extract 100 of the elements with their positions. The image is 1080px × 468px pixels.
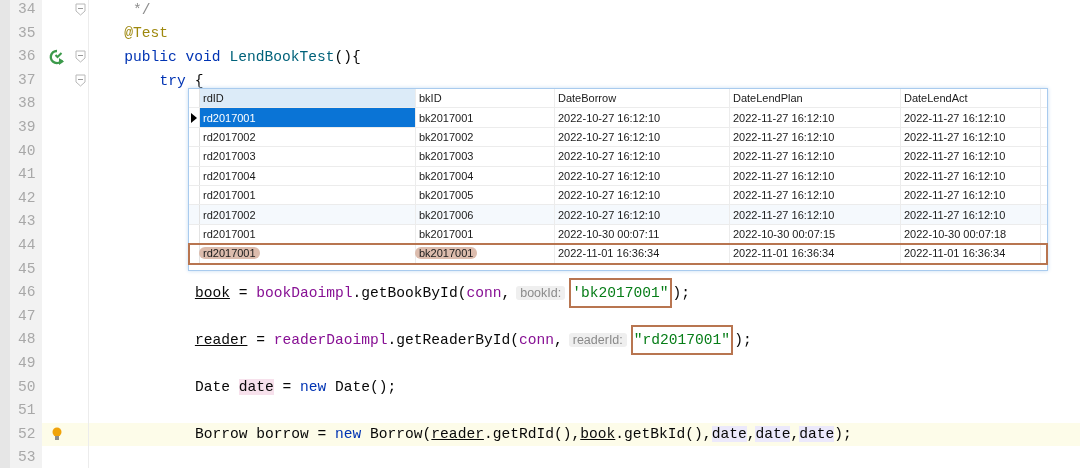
line-number: 39 bbox=[0, 115, 42, 140]
argument-name: date bbox=[799, 426, 835, 443]
code-text: .getBookById( bbox=[352, 284, 467, 301]
table-cell[interactable]: 2022-11-27 16:12:10 bbox=[904, 150, 1006, 163]
line-number: 37 bbox=[0, 68, 42, 93]
table-cell[interactable]: 2022-11-27 16:12:10 bbox=[733, 111, 835, 124]
code-text: Borrow( bbox=[369, 426, 432, 443]
table-cell[interactable]: rd2017001 bbox=[203, 227, 256, 240]
code-text: ); bbox=[672, 284, 691, 301]
line-number: 43 bbox=[0, 210, 42, 234]
variable-name: book bbox=[580, 426, 616, 443]
table-cell[interactable]: 2022-10-27 16:12:10 bbox=[558, 189, 661, 202]
table-cell[interactable]: bk2017006 bbox=[419, 208, 474, 221]
line-number: 52 bbox=[0, 422, 42, 447]
table-cell[interactable]: 2022-11-27 16:12:10 bbox=[733, 189, 835, 202]
table-cell[interactable]: bk2017004 bbox=[419, 169, 474, 182]
code-text: , bbox=[746, 426, 756, 443]
table-cell[interactable]: 2022-11-01 16:36:34 bbox=[558, 247, 660, 260]
line-number: 36 bbox=[0, 45, 42, 69]
line-number: 48 bbox=[0, 328, 42, 352]
variable-name: reader bbox=[194, 332, 248, 349]
line-number: 42 bbox=[0, 186, 42, 211]
fold-marker-icon[interactable] bbox=[74, 50, 86, 64]
table-cell[interactable]: 2022-10-27 16:12:10 bbox=[558, 150, 661, 163]
table-cell[interactable]: 2022-11-27 16:12:10 bbox=[904, 169, 1006, 182]
code-text: Borrow borrow = bbox=[194, 426, 328, 443]
line-number: 46 bbox=[0, 281, 42, 305]
code-text: , bbox=[554, 332, 563, 349]
table-cell[interactable]: 2022-11-27 16:12:10 bbox=[904, 130, 1006, 143]
table-cell[interactable]: 2022-10-30 00:07:11 bbox=[558, 227, 660, 240]
code-text: Date bbox=[194, 379, 231, 396]
table-cell[interactable]: 2022-11-27 16:12:10 bbox=[733, 130, 835, 143]
table-cell[interactable]: 2022-10-27 16:12:10 bbox=[558, 111, 661, 124]
code-text: (){ bbox=[334, 49, 361, 65]
line-number: 41 bbox=[0, 163, 42, 187]
annotation-text: @Test bbox=[124, 25, 169, 42]
table-cell[interactable]: bk2017003 bbox=[419, 150, 474, 163]
code-text: = bbox=[237, 284, 249, 301]
table-cell[interactable]: rd2017001 bbox=[203, 189, 256, 202]
field-name: conn bbox=[466, 284, 502, 301]
table-cell[interactable]: rd2017001 bbox=[199, 247, 260, 260]
line-number: 47 bbox=[0, 304, 42, 329]
table-cell[interactable]: bk2017001 bbox=[415, 247, 478, 260]
table-cell[interactable]: 2022-10-27 16:12:10 bbox=[558, 130, 661, 143]
line-number: 51 bbox=[0, 399, 42, 423]
line-number: 49 bbox=[0, 351, 42, 376]
column-header[interactable]: DateBorrow bbox=[555, 89, 730, 108]
column-header[interactable]: DateLendAct bbox=[901, 89, 1041, 108]
table-cell[interactable]: 2022-10-27 16:12:10 bbox=[558, 208, 661, 221]
code-text: { bbox=[194, 72, 204, 89]
field-name: readerDaoimpl bbox=[273, 332, 388, 349]
table-cell[interactable]: rd2017002 bbox=[203, 208, 256, 221]
table-cell[interactable]: 2022-11-27 16:12:10 bbox=[904, 111, 1006, 124]
code-text: = bbox=[255, 332, 266, 349]
table-cell[interactable]: rd2017001 bbox=[203, 111, 256, 124]
table-cell[interactable]: 2022-10-30 00:07:15 bbox=[733, 227, 836, 240]
table-cell[interactable]: 2022-11-27 16:12:10 bbox=[733, 169, 835, 182]
table-cell[interactable]: rd2017003 bbox=[203, 150, 256, 163]
keyword-text: public void bbox=[124, 49, 222, 65]
parameter-hint: bookId: bbox=[516, 285, 566, 300]
table-cell[interactable]: 2022-10-27 16:12:10 bbox=[558, 169, 661, 182]
variable-name: date bbox=[238, 379, 274, 396]
table-cell[interactable]: rd2017004 bbox=[203, 169, 256, 182]
code-text: , bbox=[501, 284, 511, 301]
parameter-hint: readerId: bbox=[568, 333, 627, 348]
string-literal: 'bk2017001" bbox=[569, 277, 672, 308]
column-header[interactable]: bkID bbox=[416, 89, 555, 108]
code-comment: */ bbox=[132, 1, 151, 18]
table-cell[interactable]: 2022-11-01 16:36:34 bbox=[904, 247, 1006, 260]
variable-name: reader bbox=[431, 426, 484, 443]
variable-name: book bbox=[194, 284, 230, 301]
table-cell[interactable]: 2022-11-27 16:12:10 bbox=[733, 150, 835, 163]
keyword-text: new bbox=[335, 426, 362, 443]
line-number: 45 bbox=[0, 257, 42, 282]
table-cell[interactable]: 2022-10-30 00:07:18 bbox=[904, 227, 1007, 240]
argument-name: date bbox=[711, 426, 747, 443]
line-number: 35 bbox=[0, 21, 42, 46]
line-number: 50 bbox=[0, 375, 42, 400]
table-cell[interactable]: bk2017002 bbox=[419, 130, 474, 143]
line-number: 40 bbox=[0, 139, 42, 164]
line-number: 38 bbox=[0, 92, 42, 116]
table-cell[interactable]: rd2017002 bbox=[203, 130, 256, 143]
column-header[interactable]: DateLendPlan bbox=[730, 89, 901, 108]
run-icon[interactable] bbox=[49, 49, 65, 65]
table-cell[interactable]: 2022-11-27 16:12:10 bbox=[904, 189, 1006, 202]
code-text: ); bbox=[734, 332, 752, 349]
method-name: LendBookTest bbox=[229, 49, 335, 65]
code-text: , bbox=[790, 426, 800, 443]
fold-marker-icon[interactable] bbox=[74, 74, 86, 88]
fold-marker-icon[interactable] bbox=[74, 3, 86, 17]
column-header[interactable]: rdID bbox=[200, 89, 416, 108]
table-cell[interactable]: bk2017005 bbox=[419, 189, 474, 202]
table-cell[interactable]: 2022-11-27 16:12:10 bbox=[904, 208, 1006, 221]
table-cell[interactable]: bk2017001 bbox=[419, 227, 474, 240]
table-cell[interactable]: 2022-11-27 16:12:10 bbox=[733, 208, 835, 221]
table-cell[interactable]: bk2017001 bbox=[419, 111, 474, 124]
code-text: .getRdId(), bbox=[483, 426, 581, 443]
lightbulb-icon[interactable] bbox=[51, 427, 63, 442]
table-cell[interactable]: 2022-11-01 16:36:34 bbox=[733, 247, 835, 260]
string-literal: "rd2017001" bbox=[630, 325, 734, 356]
